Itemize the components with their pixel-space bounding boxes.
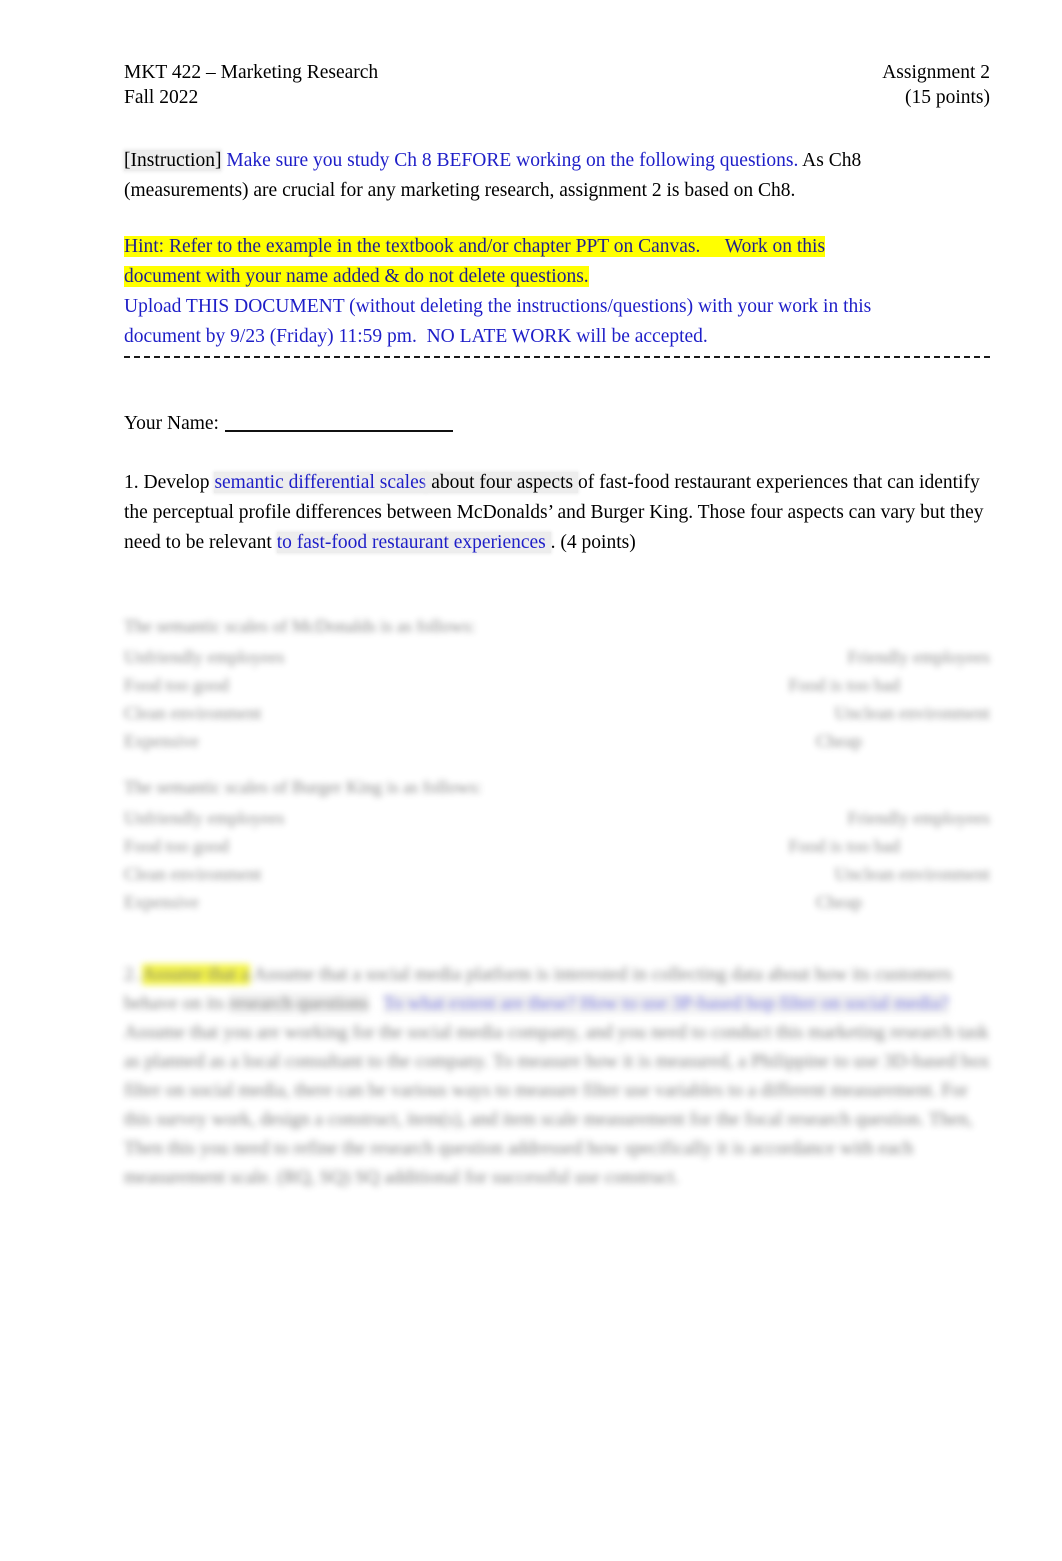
scale-row: Expensive Cheap [124, 727, 990, 755]
term-label: Fall 2022 [124, 87, 199, 108]
scale-anchor-left: Expensive [124, 731, 199, 751]
scale-anchor-left: Unfriendly employees [124, 808, 285, 828]
question-1-highlight-2: to fast-food restaurant experiences [276, 532, 551, 553]
hint-gap-1 [700, 236, 725, 257]
course-title: MKT 422 – Marketing Research [124, 62, 379, 83]
assignment-title: Assignment 2 [882, 62, 990, 83]
hint-line-2a: document [124, 266, 206, 287]
scale-anchor-right: Cheap [816, 731, 862, 751]
scale-anchor-left: Clean environment [124, 864, 262, 884]
name-field-row: Your Name: [124, 409, 990, 439]
scale-anchor-left: Food too good [124, 675, 230, 695]
scale-title-burgerking: The semantic scales of Burger King is as… [124, 777, 482, 797]
question-2-seg-3: Assume that you are working for the soci… [124, 1022, 990, 1188]
upload-line-2b: NO LATE WORK will be accepted. [426, 326, 708, 347]
hint-line-2c: & do not delete questions. [384, 266, 589, 287]
hint-paragraph: Hint: Refer to the example in the textbo… [124, 232, 990, 292]
scale-anchor-right: Cheap [816, 892, 862, 912]
scale-anchor-right: Food is too bad [788, 675, 900, 695]
question-1-number: 1. Develop [124, 472, 210, 493]
scale-title-mcdonalds: The semantic scales of McDonalds is as f… [124, 616, 476, 636]
q2-space-2 [369, 993, 383, 1014]
semantic-scale-block-mcdonalds: The semantic scales of McDonalds is as f… [124, 612, 990, 755]
scale-row: Unfriendly employees Friendly employees [124, 643, 990, 671]
points-label: (15 points) [904, 87, 990, 108]
question-2-yellow-highlight: Assume that a [141, 964, 250, 985]
instruction-paragraph: [Instruction] Make sure you study Ch 8 B… [124, 146, 990, 206]
question-1-tail: . (4 points) [550, 532, 636, 553]
scale-anchor-right: Friendly employees [847, 647, 990, 667]
scale-anchor-left: Unfriendly employees [124, 647, 285, 667]
question-1-highlight-1: semantic differential scales [214, 472, 427, 493]
scale-anchor-right: Friendly employees [847, 808, 990, 828]
question-1-mid-1: about four aspects [426, 472, 578, 493]
name-field-label: Your Name: [124, 413, 219, 434]
dashed-rule [124, 356, 990, 358]
upload-line-1: Upload THIS DOCUMENT (without deleting t… [124, 296, 872, 317]
name-input-blank[interactable] [224, 430, 453, 432]
document-page: MKT 422 – Marketing Research Assignment … [0, 0, 1062, 1561]
question-2-seg-2: research questions [229, 993, 369, 1014]
hint-line-2b: with your name added [205, 266, 385, 287]
scale-row: Clean environment Unclean environment [124, 860, 990, 888]
scale-row: Expensive Cheap [124, 888, 990, 916]
scale-row: Food too good Food is too bad [124, 832, 990, 860]
section-divider [124, 356, 990, 359]
question-2-paragraph: 2. Assume that a Assume that a social me… [124, 960, 990, 1192]
scale-anchor-right: Unclean environment [834, 864, 990, 884]
scale-anchor-left: Food too good [124, 836, 230, 856]
hint-line-1-tail: Work on this [724, 236, 826, 257]
semantic-scale-block-burgerking: The semantic scales of Burger King is as… [124, 773, 990, 916]
header-row-1: MKT 422 – Marketing Research Assignment … [124, 60, 990, 85]
instruction-label: [Instruction] [124, 150, 222, 171]
hint-line-1: Hint: Refer to the example in the textbo… [124, 236, 701, 257]
upload-line-2a: document by 9/23 (Friday) 11:59 pm. [124, 326, 417, 347]
scale-row: Food too good Food is too bad [124, 671, 990, 699]
scale-anchor-left: Clean environment [124, 703, 262, 723]
scale-row: Clean environment Unclean environment [124, 699, 990, 727]
question-2-number: 2. [124, 964, 139, 985]
upload-gap [417, 326, 427, 347]
header-row-2: Fall 2022 (15 points) [124, 85, 990, 110]
scale-anchor-left: Expensive [124, 892, 199, 912]
scale-anchor-right: Food is too bad [788, 836, 900, 856]
question-1-paragraph: 1. Develop semantic differential scales … [124, 468, 990, 558]
scale-anchor-right: Unclean environment [834, 703, 990, 723]
scale-row: Unfriendly employees Friendly employees [124, 804, 990, 832]
upload-paragraph: Upload THIS DOCUMENT (without deleting t… [124, 292, 990, 352]
document-header: MKT 422 – Marketing Research Assignment … [124, 60, 990, 110]
instruction-blue-text: Make sure you study Ch 8 BEFORE working … [226, 150, 799, 171]
question-2-blue-segment: To what extent are these? How to use 3P-… [383, 993, 949, 1014]
